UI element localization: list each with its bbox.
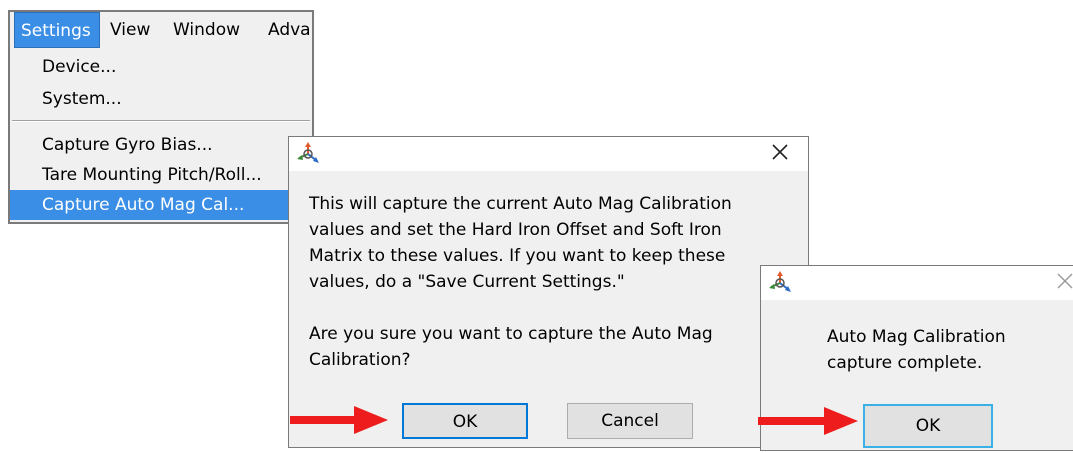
menubar: Settings View Window Adva <box>10 12 312 48</box>
app-icon <box>769 271 791 292</box>
confirm-dialog: This will capture the current Auto Mag C… <box>288 136 809 448</box>
close-icon <box>772 144 788 160</box>
close-button[interactable] <box>1043 266 1073 296</box>
dialog-titlebar <box>289 137 808 171</box>
confirm-message-line-4: values, do a "Save Current Settings." <box>309 272 625 292</box>
menu-item-device[interactable]: Device... <box>10 52 312 82</box>
menu-item-tare-mounting[interactable]: Tare Mounting Pitch/Roll... <box>10 160 312 190</box>
ok-button[interactable]: OK <box>863 404 993 448</box>
complete-message-line-2: capture complete. <box>827 353 983 373</box>
confirm-question-line-2: Calibration? <box>309 350 411 370</box>
menubar-advanced[interactable]: Adva <box>268 12 311 48</box>
app-icon <box>297 142 319 163</box>
menubar-settings[interactable]: Settings <box>14 12 100 48</box>
menu-item-system[interactable]: System... <box>10 84 312 114</box>
red-arrow-icon <box>758 407 858 435</box>
menu-item-capture-gyro-bias[interactable]: Capture Gyro Bias... <box>10 130 312 160</box>
menubar-window[interactable]: Window <box>173 12 240 48</box>
menubar-view[interactable]: View <box>110 12 150 48</box>
ok-button[interactable]: OK <box>402 403 528 439</box>
close-button[interactable] <box>758 137 802 167</box>
close-icon <box>1057 273 1073 289</box>
confirm-question-line-1: Are you sure you want to capture the Aut… <box>309 324 713 344</box>
confirm-message-line-1: This will capture the current Auto Mag C… <box>309 194 732 214</box>
confirm-message-line-3: Matrix to these values. If you want to k… <box>309 246 726 266</box>
red-arrow-icon <box>290 406 388 434</box>
menu-item-capture-auto-mag-cal[interactable]: Capture Auto Mag Cal... <box>10 190 312 220</box>
menu-separator <box>12 120 310 122</box>
cancel-button[interactable]: Cancel <box>567 403 693 439</box>
settings-menu-window: Settings View Window Adva Device... Syst… <box>8 10 314 224</box>
confirm-message-line-2: values and set the Hard Iron Offset and … <box>309 220 722 240</box>
dialog-titlebar <box>761 266 1073 300</box>
complete-message-line-1: Auto Mag Calibration <box>827 327 1006 347</box>
